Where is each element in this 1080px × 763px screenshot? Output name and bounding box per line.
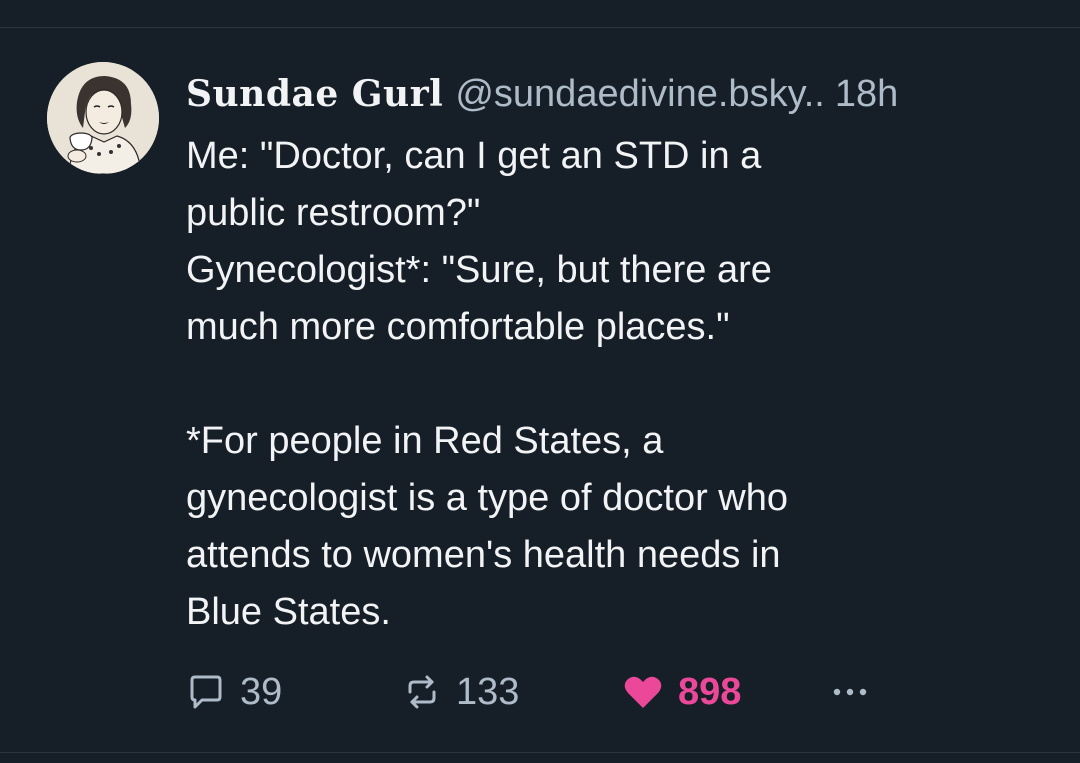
post-text-line: Gynecologist*: "Sure, but there are [186, 249, 772, 291]
ellipsis-icon [830, 684, 870, 700]
repost-count: 133 [456, 670, 520, 713]
like-count: 898 [678, 670, 742, 713]
post-text-line: *For people in Red States, a [186, 420, 664, 462]
heart-icon [622, 672, 664, 712]
post-text-line: attends to women's health needs in [186, 534, 781, 576]
post-actions: 39 133 898 [186, 664, 906, 720]
post-text-line: much more comfortable places." [186, 306, 730, 348]
timestamp[interactable]: 18h [835, 73, 898, 115]
speech-bubble-icon [186, 672, 226, 712]
display-name[interactable]: Sundae Gurl [186, 73, 443, 115]
post-header: Sundae Gurl @sundaedivine.bsky.. 18h [186, 66, 898, 122]
repost-arrows-icon [402, 672, 442, 712]
post-text: Me: "Doctor, can I get an STD in a publi… [186, 128, 1046, 641]
reply-button[interactable]: 39 [186, 664, 282, 720]
repost-button[interactable]: 133 [402, 664, 519, 720]
reply-count: 39 [240, 670, 283, 713]
more-options-button[interactable] [830, 664, 870, 720]
bottom-divider [0, 752, 1080, 753]
post-text-line: gynecologist is a type of doctor who [186, 477, 789, 519]
top-divider [0, 27, 1080, 28]
handle[interactable]: @sundaedivine.bsky.. [455, 73, 825, 115]
avatar[interactable] [47, 62, 159, 174]
post-text-line: Me: "Doctor, can I get an STD in a [186, 135, 762, 177]
post-card[interactable]: Sundae Gurl @sundaedivine.bsky.. 18h Me: "… [0, 0, 1080, 763]
vintage-woman-avatar-icon [47, 62, 159, 174]
like-button[interactable]: 898 [622, 664, 741, 720]
post-text-line: public restroom?" [186, 192, 481, 234]
post-text-line: Blue States. [186, 591, 391, 633]
